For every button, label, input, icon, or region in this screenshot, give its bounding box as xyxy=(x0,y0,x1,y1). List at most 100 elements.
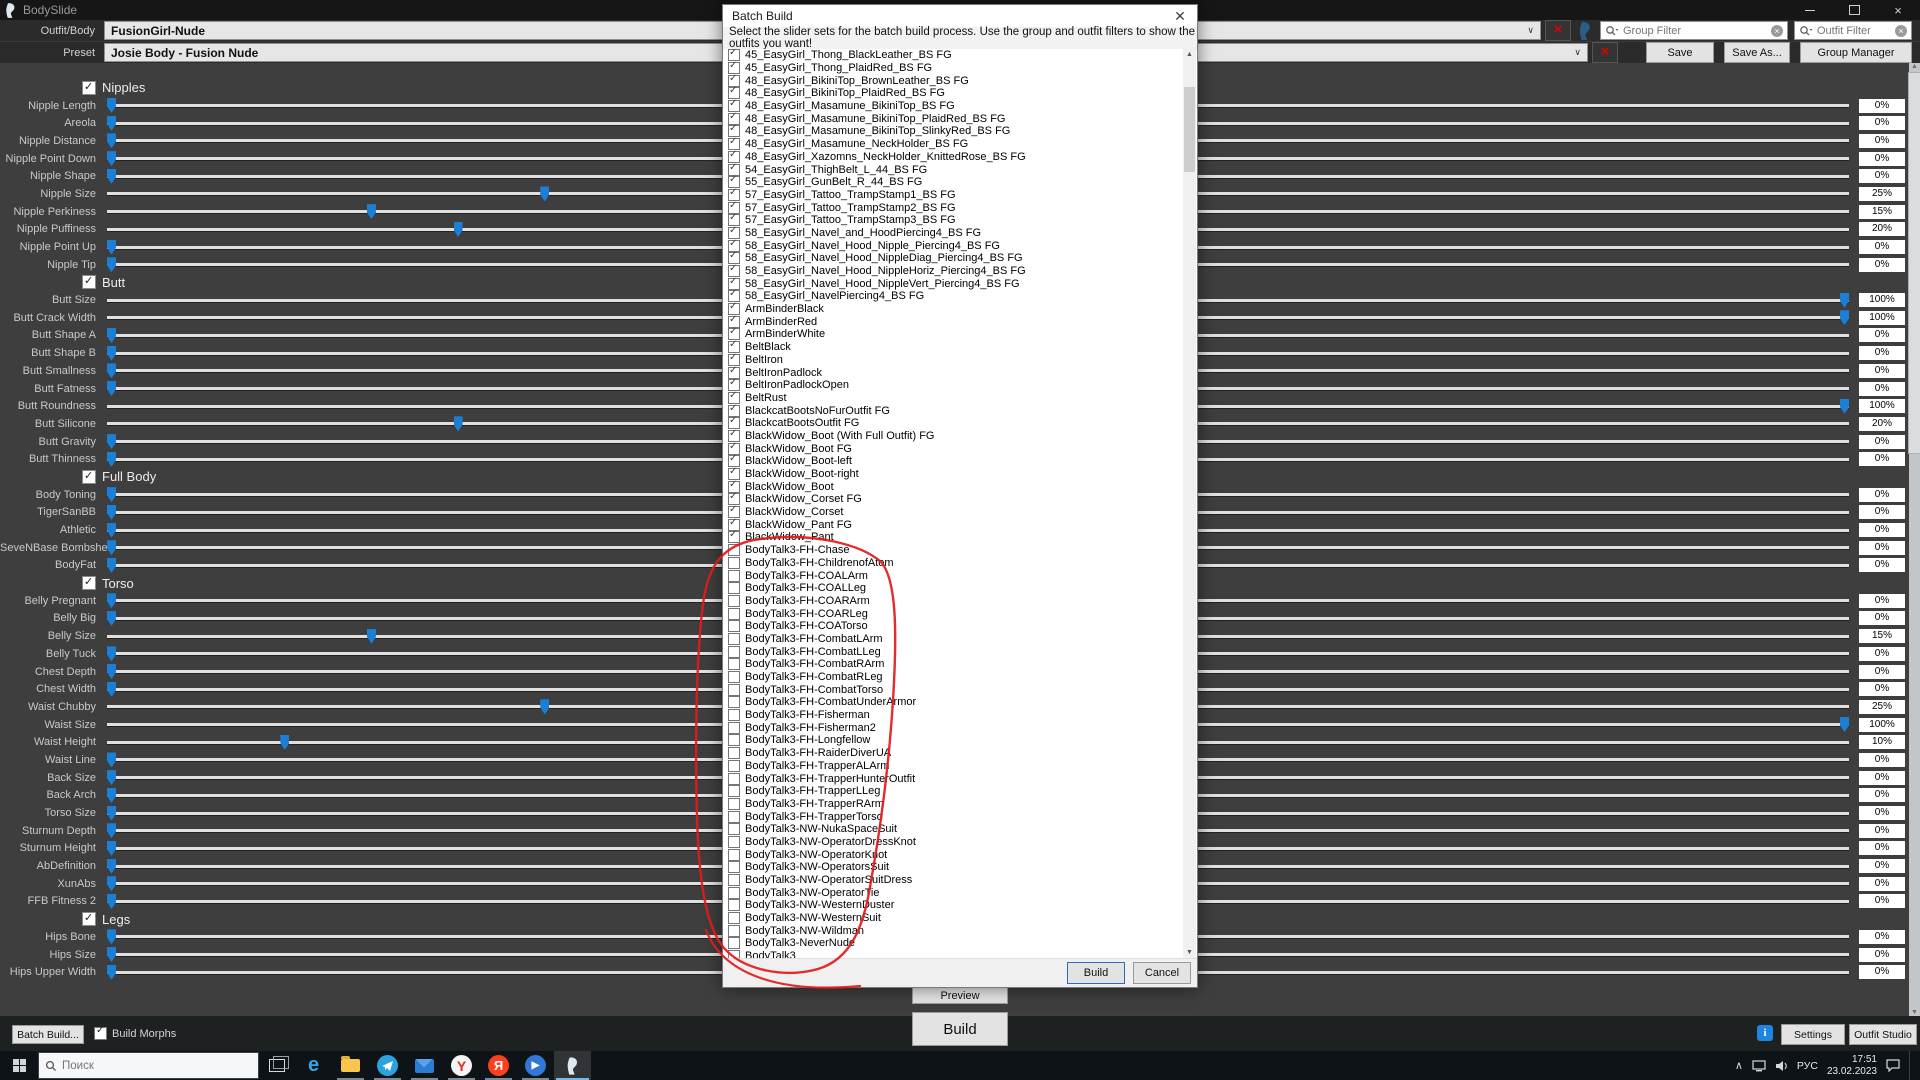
item-checkbox[interactable] xyxy=(728,646,740,658)
item-checkbox[interactable] xyxy=(728,887,740,899)
scroll-up-icon[interactable]: ▲ xyxy=(1183,49,1196,61)
slider-thumb[interactable] xyxy=(107,98,116,113)
taskbar-search-input[interactable] xyxy=(60,1059,252,1073)
outfit-studio-button[interactable]: Outfit Studio xyxy=(1849,1024,1917,1045)
slider-value[interactable]: 0% xyxy=(1859,841,1905,855)
taskbar-yandex-browser[interactable]: Y xyxy=(443,1051,480,1080)
item-checkbox[interactable] xyxy=(728,861,740,873)
slider-value[interactable]: 20% xyxy=(1859,222,1905,236)
group-checkbox[interactable]: ✓ xyxy=(82,275,96,289)
slider-thumb[interactable] xyxy=(107,328,116,343)
batch-list-item[interactable]: ✓58_EasyGirl_Navel_and_HoodPiercing4_BS … xyxy=(728,227,1183,240)
slider-thumb[interactable] xyxy=(280,735,289,750)
batch-list-item[interactable]: BodyTalk3-FH-TrapperALArm xyxy=(728,760,1183,773)
item-checkbox[interactable] xyxy=(728,633,740,645)
batch-list-item[interactable]: ✓BlackWidow_Corset xyxy=(728,506,1183,519)
slider-thumb[interactable] xyxy=(107,593,116,608)
slider-thumb[interactable] xyxy=(1840,717,1849,732)
batch-list-item[interactable]: BodyTalk3-FH-TrapperTorso xyxy=(728,810,1183,823)
slider-value[interactable]: 10% xyxy=(1859,735,1905,749)
batch-list-item[interactable]: ✓BlackWidow_Boot-left xyxy=(728,455,1183,468)
item-checkbox[interactable] xyxy=(728,811,740,823)
batch-list-item[interactable]: ✓ArmBinderRed xyxy=(728,315,1183,328)
batch-list-item[interactable]: BodyTalk3-FH-COARLeg xyxy=(728,607,1183,620)
slider-value[interactable]: 15% xyxy=(1859,629,1905,643)
slider-thumb[interactable] xyxy=(107,434,116,449)
show-desktop-button[interactable] xyxy=(1909,1051,1916,1080)
batch-list-item[interactable]: ✓BlackWidow_Boot FG xyxy=(728,442,1183,455)
item-checkbox[interactable] xyxy=(728,798,740,810)
batch-list-item[interactable]: BodyTalk3-FH-CombatUnderArmor xyxy=(728,696,1183,709)
batch-list-item[interactable]: BodyTalk3-FH-CombatTorso xyxy=(728,683,1183,696)
maximize-button[interactable] xyxy=(1832,0,1876,20)
slider-value[interactable]: 0% xyxy=(1859,346,1905,360)
dialog-close-icon[interactable]: ✕ xyxy=(1163,8,1197,25)
batch-list-item[interactable]: ✓57_EasyGirl_Tattoo_TrampStamp2_BS FG xyxy=(728,201,1183,214)
build-button[interactable]: Build xyxy=(912,1012,1008,1046)
item-checkbox[interactable] xyxy=(728,557,740,569)
slider-value[interactable]: 0% xyxy=(1859,382,1905,396)
slider-thumb[interactable] xyxy=(1840,310,1849,325)
slider-thumb[interactable] xyxy=(107,133,116,148)
network-icon[interactable] xyxy=(1752,1060,1766,1072)
dialog-cancel-button[interactable]: Cancel xyxy=(1133,962,1191,984)
main-scrollbar[interactable]: ▲ ▼ xyxy=(1909,63,1920,1016)
item-checkbox[interactable] xyxy=(728,608,740,620)
slider-value[interactable]: 0% xyxy=(1859,771,1905,785)
batch-list-item[interactable]: ✓48_EasyGirl_BikiniTop_BrownLeather_BS F… xyxy=(728,74,1183,87)
batch-list-item[interactable]: BodyTalk3-FH-CombatRArm xyxy=(728,658,1183,671)
batch-list-item[interactable]: ✓BeltIron xyxy=(728,354,1183,367)
task-view-button[interactable] xyxy=(259,1051,295,1080)
hidden-icons-chevron[interactable]: ∧ xyxy=(1735,1059,1743,1072)
batch-list-item[interactable]: ✓48_EasyGirl_Xazomns_NeckHolder_KnittedR… xyxy=(728,151,1183,164)
settings-button[interactable]: Settings xyxy=(1781,1024,1845,1045)
info-icon[interactable]: i xyxy=(1757,1025,1773,1041)
slider-value[interactable]: 0% xyxy=(1859,788,1905,802)
scroll-up-icon[interactable]: ▲ xyxy=(1911,63,1918,70)
batch-list-item[interactable]: ✓BeltIronPadlockOpen xyxy=(728,379,1183,392)
group-checkbox[interactable]: ✓ xyxy=(82,470,96,484)
taskbar-yandex[interactable]: Я xyxy=(480,1051,517,1080)
slider-value[interactable]: 0% xyxy=(1859,611,1905,625)
slider-thumb[interactable] xyxy=(107,452,116,467)
batch-list-item[interactable]: ✓48_EasyGirl_BikiniTop_PlaidRed_BS FG xyxy=(728,87,1183,100)
slider-value[interactable]: 0% xyxy=(1859,682,1905,696)
batch-list-item[interactable]: ✓BlackWidow_Boot-right xyxy=(728,468,1183,481)
slider-thumb[interactable] xyxy=(107,806,116,821)
slider-thumb[interactable] xyxy=(107,788,116,803)
item-checkbox[interactable] xyxy=(728,773,740,785)
item-checkbox[interactable]: ✓ xyxy=(728,531,740,543)
batch-list-item[interactable]: ✓58_EasyGirl_Navel_Hood_NippleDiag_Pierc… xyxy=(728,252,1183,265)
taskbar-explorer[interactable] xyxy=(332,1051,369,1080)
slider-thumb[interactable] xyxy=(107,558,116,573)
scrollbar-thumb[interactable] xyxy=(1908,72,1920,454)
slider-value[interactable]: 0% xyxy=(1859,240,1905,254)
slider-value[interactable]: 0% xyxy=(1859,965,1905,979)
slider-thumb[interactable] xyxy=(1840,293,1849,308)
slider-thumb[interactable] xyxy=(107,947,116,962)
group-checkbox[interactable]: ✓ xyxy=(82,912,96,926)
batch-list-item[interactable]: BodyTalk3-NeverNude xyxy=(728,937,1183,950)
slider-thumb[interactable] xyxy=(454,416,463,431)
slider-value[interactable]: 0% xyxy=(1859,753,1905,767)
slider-value[interactable]: 0% xyxy=(1859,948,1905,962)
item-checkbox[interactable] xyxy=(728,874,740,886)
slider-thumb[interactable] xyxy=(107,664,116,679)
slider-value[interactable]: 0% xyxy=(1859,134,1905,148)
batch-list-item[interactable]: BodyTalk3-NW-WesternSuit xyxy=(728,912,1183,925)
slider-value[interactable]: 0% xyxy=(1859,258,1905,272)
batch-list-item[interactable]: BodyTalk3-FH-TrapperLLeg xyxy=(728,785,1183,798)
slider-thumb[interactable] xyxy=(107,646,116,661)
batch-list-item[interactable]: BodyTalk3-NW-NukaSpaceSuit xyxy=(728,823,1183,836)
slider-value[interactable]: 0% xyxy=(1859,558,1905,572)
batch-list-item[interactable]: BodyTalk3-NW-OperatorKnot xyxy=(728,848,1183,861)
batch-list-item[interactable]: ✓55_EasyGirl_GunBelt_R_44_BS FG xyxy=(728,176,1183,189)
batch-list-item[interactable]: BodyTalk3-FH-COARArm xyxy=(728,595,1183,608)
slider-value[interactable]: 15% xyxy=(1859,205,1905,219)
slider-thumb[interactable] xyxy=(107,682,116,697)
clear-group-filter-icon[interactable]: × xyxy=(1771,25,1783,37)
build-morphs-checkbox[interactable]: ✓ xyxy=(94,1027,107,1040)
slider-value[interactable]: 0% xyxy=(1859,930,1905,944)
close-button[interactable]: × xyxy=(1876,0,1920,20)
slider-thumb[interactable] xyxy=(107,929,116,944)
